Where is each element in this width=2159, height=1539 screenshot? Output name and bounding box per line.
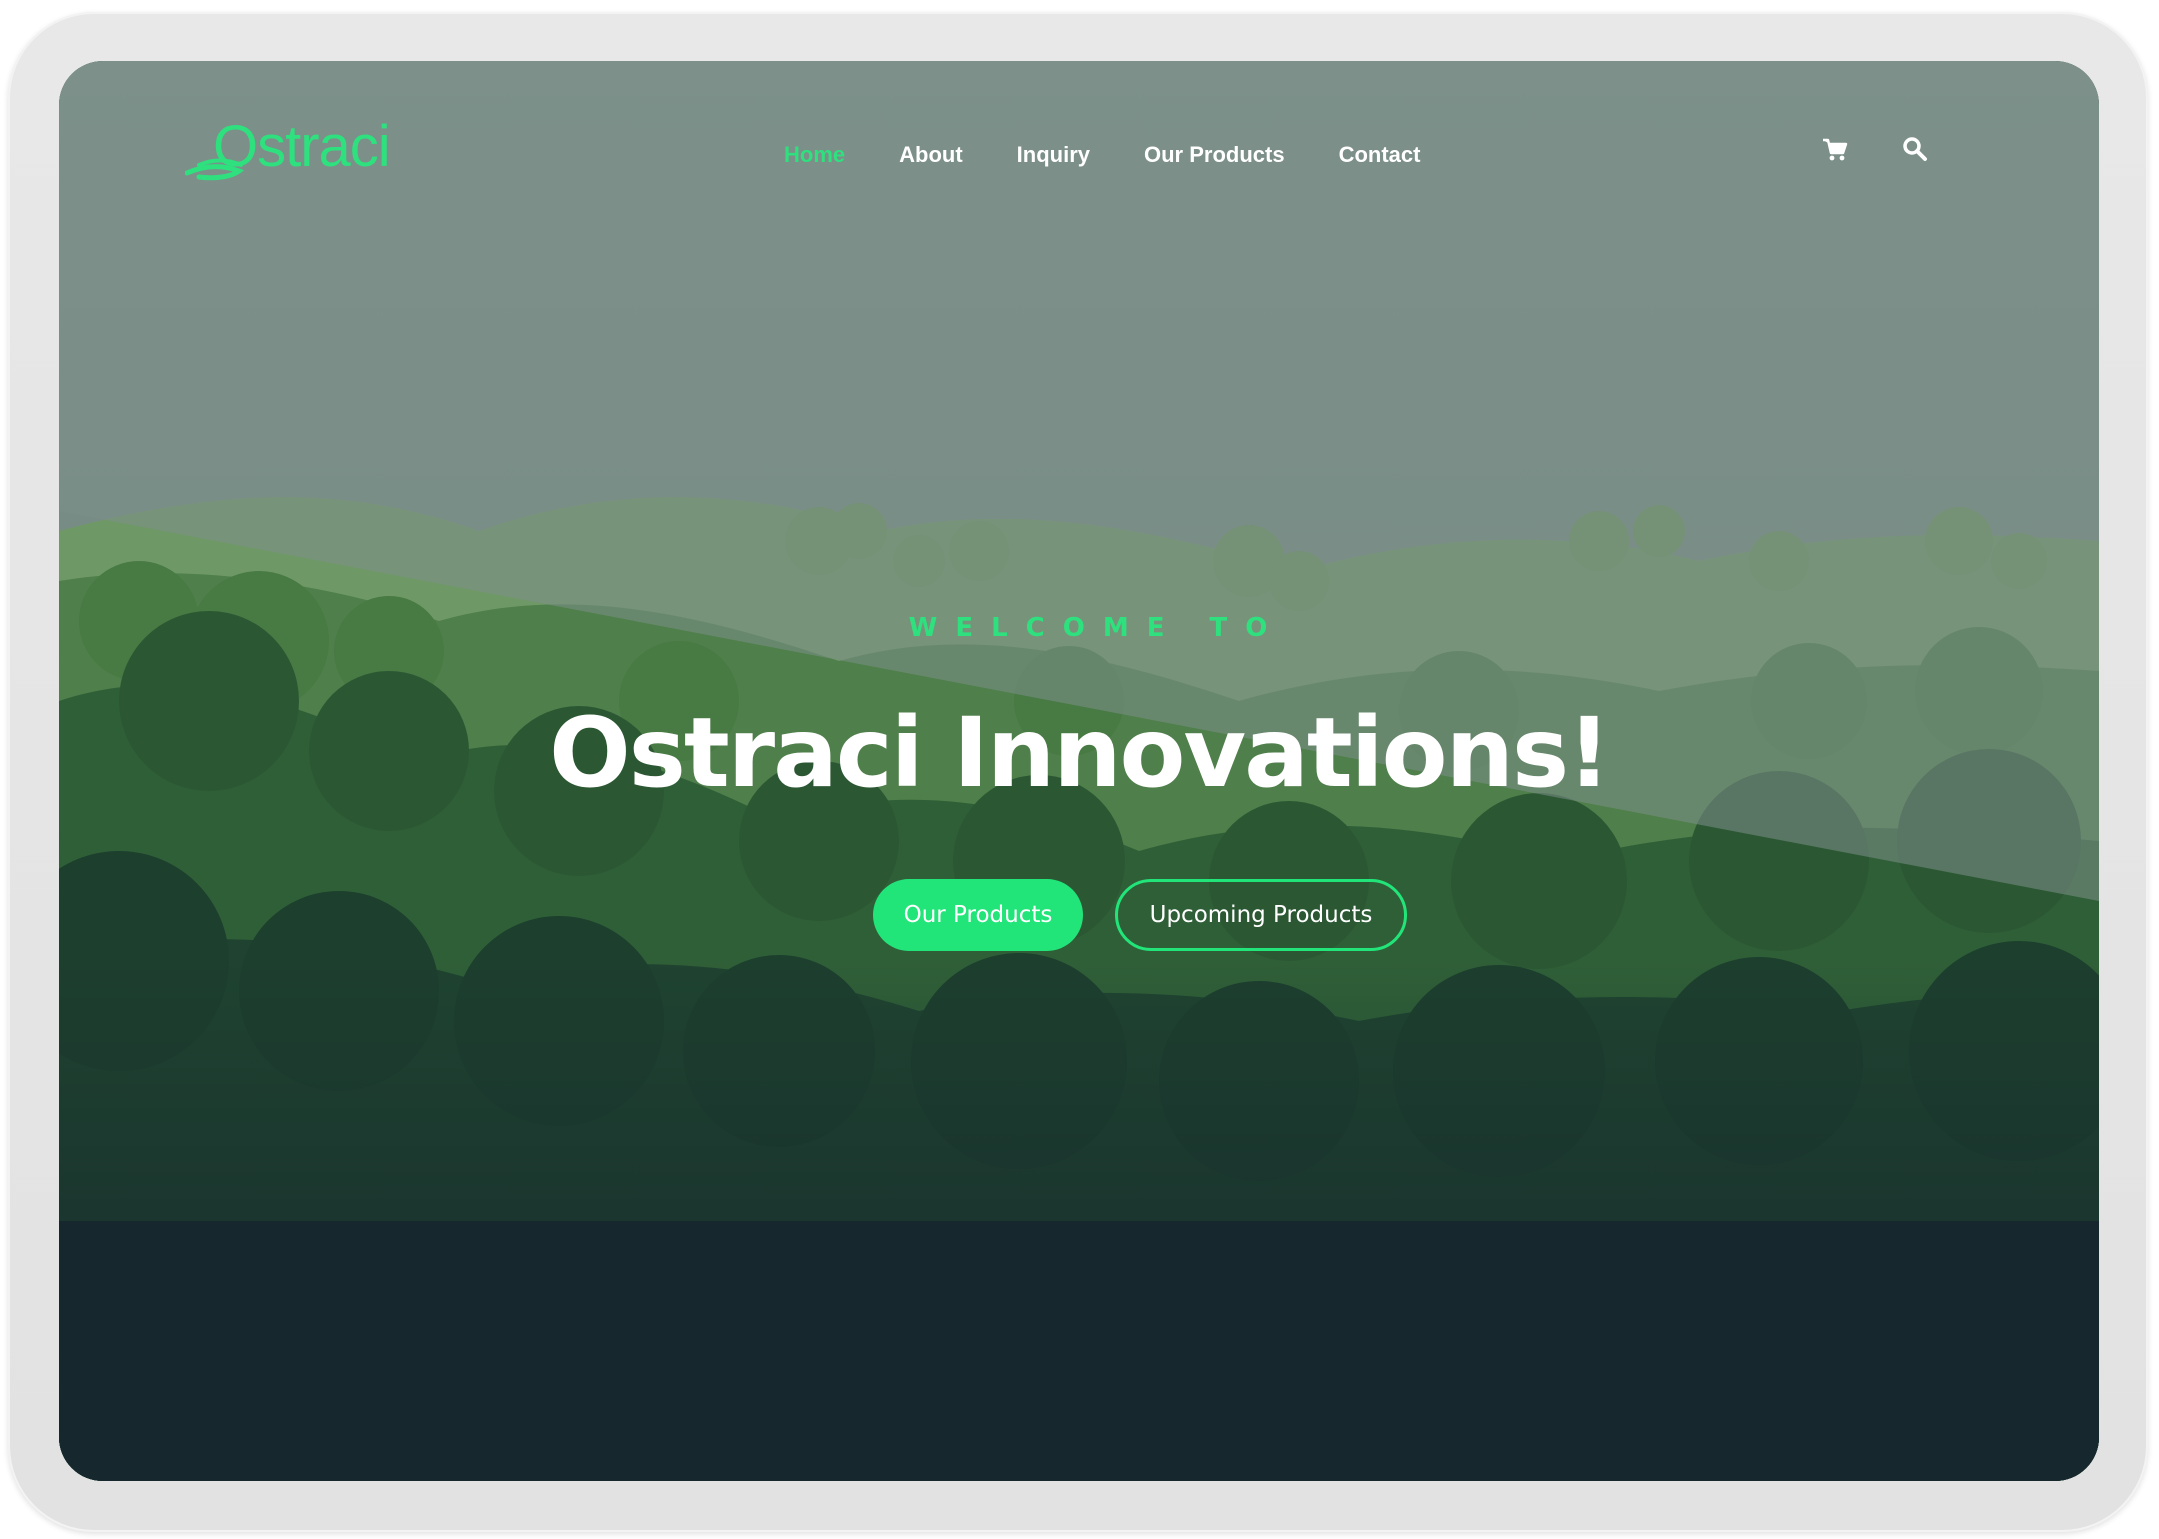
brand-logo[interactable]: Ostraci [185,107,415,187]
search-icon[interactable] [1901,135,1929,163]
nav-contact[interactable]: Contact [1339,142,1421,168]
nav-icons [1821,135,1929,163]
hero-title: Ostraci Innovations! [549,697,1611,809]
cart-icon[interactable] [1821,135,1849,163]
tablet-frame: Ostraci Home About Inquiry Our Products … [8,12,2148,1532]
our-products-button[interactable]: Our Products [873,879,1083,951]
nav-home[interactable]: Home [784,142,845,168]
upcoming-products-button[interactable]: Upcoming Products [1115,879,1407,951]
hero-buttons: Our Products Upcoming Products [873,879,1407,951]
hero-subtitle: WELCOME TO [908,613,1286,643]
logo-text: Ostraci [213,114,391,179]
nav-about[interactable]: About [899,142,963,168]
main-nav: Home About Inquiry Our Products Contact [784,135,1420,175]
browser-viewport: Ostraci Home About Inquiry Our Products … [59,61,2099,1481]
nav-inquiry[interactable]: Inquiry [1017,142,1090,168]
nav-our-products[interactable]: Our Products [1144,142,1285,168]
